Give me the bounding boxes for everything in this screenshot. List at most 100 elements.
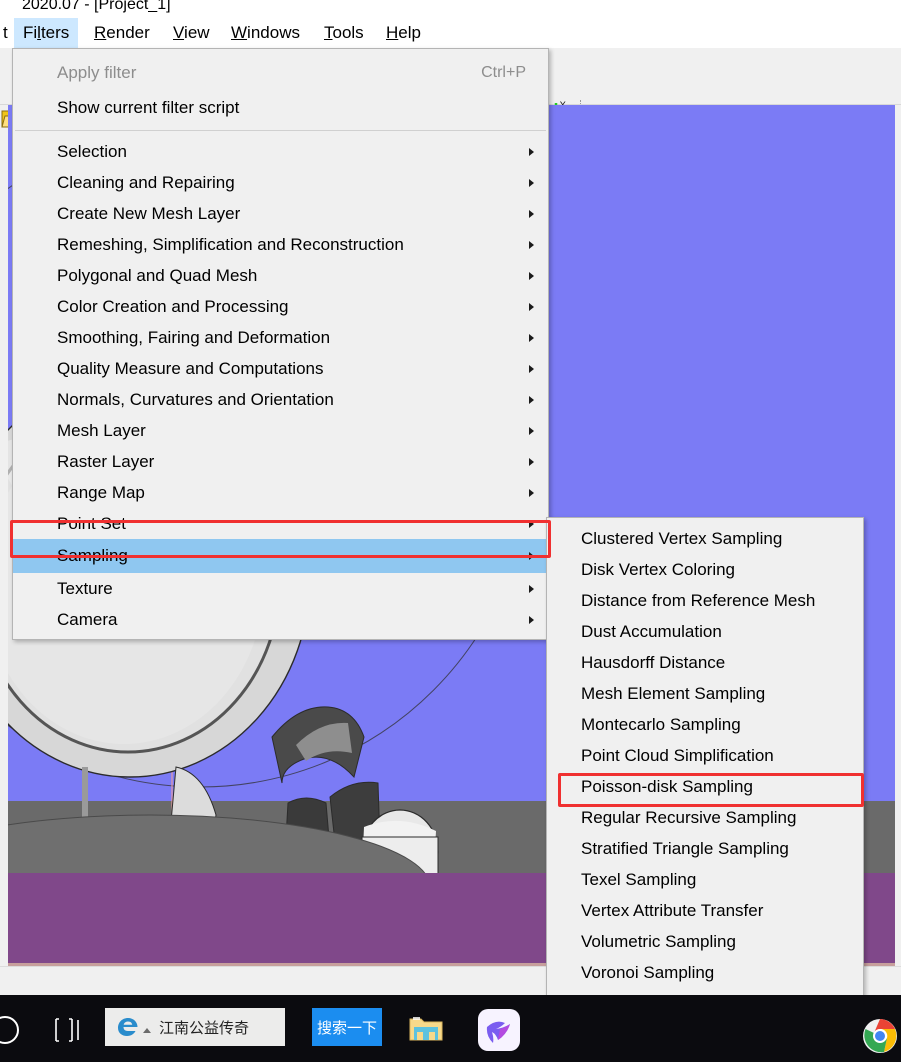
submenu-item-clustered-vertex-sampling-label: Clustered Vertex Sampling (581, 529, 783, 548)
menubar-item-edit-partial-label: t (3, 23, 8, 42)
menu-item-selection[interactable]: Selection (13, 136, 548, 167)
chevron-right-icon (529, 573, 534, 604)
menu-item-mesh-layer[interactable]: Mesh Layer (13, 415, 548, 446)
menu-item-apply-filter-label: Apply filter (57, 63, 137, 82)
chevron-right-icon (529, 508, 534, 539)
menu-item-smoothing-fairing-and-deformation[interactable]: Smoothing, Fairing and Deformation (13, 322, 548, 353)
submenu-item-voronoi-sampling-label: Voronoi Sampling (581, 963, 715, 982)
chevron-right-icon (529, 322, 534, 353)
menu-item-sampling[interactable]: Sampling (13, 539, 548, 573)
title-bar: 2020.07 - [Project_1] (0, 0, 901, 18)
submenu-item-stratified-triangle-sampling[interactable]: Stratified Triangle Sampling (547, 833, 863, 864)
chrome-icon[interactable] (862, 1018, 898, 1054)
menu-item-smoothing-label: Smoothing, Fairing and Deformation (57, 328, 331, 347)
sampling-submenu[interactable]: Clustered Vertex Sampling Disk Vertex Co… (546, 517, 864, 1056)
menu-item-remeshing-simplification-and-reconstruction[interactable]: Remeshing, Simplification and Reconstruc… (13, 229, 548, 260)
menubar-item-filters[interactable]: Filters (14, 18, 79, 48)
filters-dropdown-menu[interactable]: Apply filter Ctrl+P Show current filter … (12, 48, 549, 640)
menu-item-selection-label: Selection (57, 142, 127, 161)
submenu-item-vertex-attribute-transfer-label: Vertex Attribute Transfer (581, 901, 764, 920)
menu-item-point-set[interactable]: Point Set (13, 508, 548, 539)
windows-taskbar: 江南公益传奇 搜索一下 (0, 995, 901, 1062)
menu-item-point-set-label: Point Set (57, 514, 126, 533)
chevron-right-icon (529, 604, 534, 635)
menubar-item-windows[interactable]: Windows (222, 18, 309, 48)
submenu-item-point-cloud-simplification-label: Point Cloud Simplification (581, 746, 774, 765)
menu-item-texture[interactable]: Texture (13, 573, 548, 604)
window-title: 2020.07 - [Project_1] (22, 0, 171, 13)
chevron-right-icon (529, 229, 534, 260)
submenu-item-poisson-disk-sampling[interactable]: Poisson-disk Sampling (547, 771, 863, 802)
submenu-item-voronoi-sampling[interactable]: Voronoi Sampling (547, 957, 863, 988)
submenu-item-montecarlo-sampling-label: Montecarlo Sampling (581, 715, 741, 734)
submenu-item-mesh-element-sampling-label: Mesh Element Sampling (581, 684, 766, 703)
chevron-right-icon (529, 353, 534, 384)
search-submit-button-label: 搜索一下 (316, 1018, 377, 1037)
menu-separator (15, 130, 546, 131)
chevron-right-icon (529, 136, 534, 167)
chevron-right-icon (529, 446, 534, 477)
menu-item-camera-label: Camera (57, 610, 118, 629)
menu-item-show-current-filter-script[interactable]: Show current filter script (13, 90, 548, 125)
menubar-item-view[interactable]: View (164, 18, 219, 48)
menu-item-polygonal-and-quad-mesh[interactable]: Polygonal and Quad Mesh (13, 260, 548, 291)
chevron-right-icon (529, 291, 534, 322)
submenu-item-point-cloud-simplification[interactable]: Point Cloud Simplification (547, 740, 863, 771)
submenu-item-volumetric-sampling[interactable]: Volumetric Sampling (547, 926, 863, 957)
submenu-item-poisson-disk-sampling-label: Poisson-disk Sampling (581, 777, 753, 796)
task-view-button[interactable] (52, 1015, 86, 1045)
chevron-right-icon (529, 477, 534, 508)
submenu-item-disk-vertex-coloring-label: Disk Vertex Coloring (581, 560, 736, 579)
menu-item-texture-label: Texture (57, 579, 113, 598)
quark-browser-icon[interactable] (478, 1009, 520, 1051)
menu-item-raster-layer[interactable]: Raster Layer (13, 446, 548, 477)
menu-item-cleaning-and-repairing[interactable]: Cleaning and Repairing (13, 167, 548, 198)
menubar-item-tools[interactable]: Tools (315, 18, 373, 48)
submenu-item-regular-recursive-sampling-label: Regular Recursive Sampling (581, 808, 797, 827)
submenu-item-vertex-attribute-transfer[interactable]: Vertex Attribute Transfer (547, 895, 863, 926)
menu-item-range-map[interactable]: Range Map (13, 477, 548, 508)
menu-item-apply-filter[interactable]: Apply filter Ctrl+P (13, 55, 548, 90)
submenu-item-distance-from-reference-mesh[interactable]: Distance from Reference Mesh (547, 585, 863, 616)
menu-item-camera[interactable]: Camera (13, 604, 548, 635)
menu-bar: t Filters Render View Windows Tools Help (0, 18, 901, 48)
menu-item-create-new-mesh-layer[interactable]: Create New Mesh Layer (13, 198, 548, 229)
search-submit-button[interactable]: 搜索一下 (312, 1008, 382, 1046)
search-dropdown-caret-icon[interactable] (143, 1027, 151, 1033)
menu-item-cleaning-and-repairing-label: Cleaning and Repairing (57, 173, 235, 192)
submenu-item-stratified-triangle-sampling-label: Stratified Triangle Sampling (581, 839, 789, 858)
menu-item-color-creation-and-processing-label: Color Creation and Processing (57, 297, 289, 316)
submenu-item-dust-accumulation-label: Dust Accumulation (581, 622, 722, 641)
chevron-right-icon (529, 415, 534, 446)
menu-item-quality-measure-label: Quality Measure and Computations (57, 359, 324, 378)
menu-item-quality-measure-and-computations[interactable]: Quality Measure and Computations (13, 353, 548, 384)
chevron-right-icon (529, 539, 534, 573)
start-button[interactable] (0, 1013, 22, 1047)
menu-item-normals-label: Normals, Curvatures and Orientation (57, 390, 334, 409)
menu-item-raster-layer-label: Raster Layer (57, 452, 155, 471)
submenu-item-clustered-vertex-sampling[interactable]: Clustered Vertex Sampling (547, 523, 863, 554)
search-input[interactable]: 江南公益传奇 (105, 1008, 285, 1046)
file-explorer-icon[interactable] (408, 1014, 444, 1044)
internet-explorer-icon (118, 1018, 138, 1036)
chevron-right-icon (529, 260, 534, 291)
chevron-right-icon (529, 384, 534, 415)
submenu-item-regular-recursive-sampling[interactable]: Regular Recursive Sampling (547, 802, 863, 833)
submenu-item-dust-accumulation[interactable]: Dust Accumulation (547, 616, 863, 647)
menu-item-show-current-filter-script-label: Show current filter script (57, 98, 240, 117)
menu-item-color-creation-and-processing[interactable]: Color Creation and Processing (13, 291, 548, 322)
menu-item-normals-curvatures-and-orientation[interactable]: Normals, Curvatures and Orientation (13, 384, 548, 415)
submenu-item-disk-vertex-coloring[interactable]: Disk Vertex Coloring (547, 554, 863, 585)
menubar-item-render[interactable]: Render (85, 18, 159, 48)
submenu-item-montecarlo-sampling[interactable]: Montecarlo Sampling (547, 709, 863, 740)
menu-item-mesh-layer-label: Mesh Layer (57, 421, 146, 440)
submenu-item-mesh-element-sampling[interactable]: Mesh Element Sampling (547, 678, 863, 709)
submenu-item-hausdorff-distance[interactable]: Hausdorff Distance (547, 647, 863, 678)
submenu-item-texel-sampling-label: Texel Sampling (581, 870, 697, 889)
submenu-item-distance-from-reference-mesh-label: Distance from Reference Mesh (581, 591, 816, 610)
submenu-item-hausdorff-distance-label: Hausdorff Distance (581, 653, 726, 672)
menubar-item-help[interactable]: Help (377, 18, 430, 48)
submenu-item-texel-sampling[interactable]: Texel Sampling (547, 864, 863, 895)
submenu-item-volumetric-sampling-label: Volumetric Sampling (581, 932, 736, 951)
menu-item-sampling-label: Sampling (57, 546, 128, 565)
